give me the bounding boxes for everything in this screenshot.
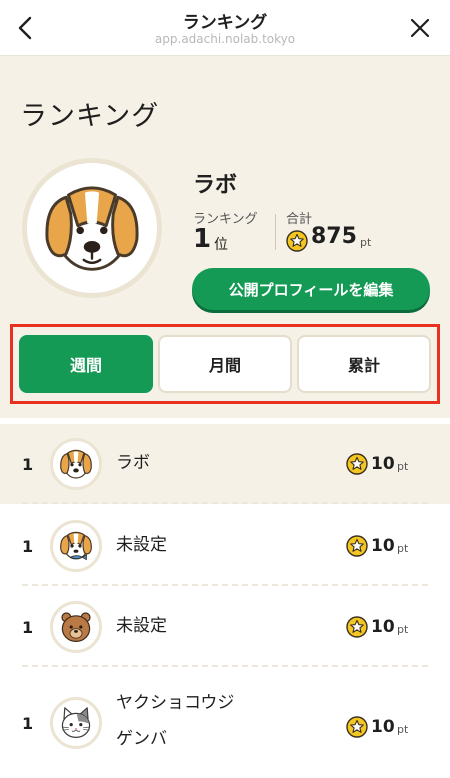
rank-number: 1 <box>22 618 34 637</box>
list-item-name: 未設定 <box>116 535 167 555</box>
stat-divider <box>275 214 276 250</box>
coin-star-icon <box>286 230 308 252</box>
cat-icon <box>61 707 91 738</box>
avatar <box>50 438 102 490</box>
user-name: ラボ <box>193 173 238 198</box>
row-divider <box>22 502 428 504</box>
list-item-name: ヤクショコウジ <box>116 693 235 713</box>
coin-star-icon <box>346 616 368 638</box>
navigation-bar: ランキング app.adachi.nolab.tokyo <box>0 0 450 56</box>
coin-star-icon <box>346 716 368 738</box>
beagle-icon <box>60 449 92 479</box>
row-divider <box>22 665 428 667</box>
coin-star-icon <box>346 535 368 557</box>
list-item-points: 10 <box>371 536 395 556</box>
rank-value: 1 <box>193 224 212 254</box>
total-unit: pt <box>360 236 372 249</box>
coin-star-icon <box>346 453 368 475</box>
total-value: 875 <box>311 224 357 249</box>
edit-public-profile-button[interactable]: 公開プロフィールを編集 <box>192 268 430 310</box>
beagle-icon <box>45 186 139 271</box>
total-label: 合計 <box>286 212 313 227</box>
list-item-name: 未設定 <box>116 616 167 636</box>
tab-weekly[interactable]: 週間 <box>19 335 153 393</box>
avatar <box>50 520 102 572</box>
list-item-name-line2: ゲンバ <box>116 729 167 749</box>
bear-icon <box>61 612 91 642</box>
nav-title: ランキング <box>182 13 268 33</box>
list-item-points: 10 <box>371 454 395 474</box>
tab-cumulative[interactable]: 累計 <box>297 335 431 393</box>
rank-number: 1 <box>22 455 34 474</box>
list-item-name: ラボ <box>116 453 150 473</box>
list-item[interactable]: 1 未設定 10 pt <box>0 587 450 667</box>
avatar <box>22 158 162 298</box>
list-item[interactable]: 1 ヤクショコウジ ゲンバ 10 pt <box>0 680 450 778</box>
list-item[interactable]: 1 ラボ 10 pt <box>0 424 450 504</box>
list-item-unit: pt <box>397 542 409 555</box>
rank-number: 1 <box>22 537 34 556</box>
beagle-fish-icon <box>60 531 92 561</box>
list-item-unit: pt <box>397 623 409 636</box>
list-item-points: 10 <box>371 717 395 737</box>
avatar <box>50 697 102 749</box>
list-item-unit: pt <box>397 723 409 736</box>
list-item[interactable]: 1 未設定 10 pt <box>0 506 450 586</box>
rank-number: 1 <box>22 714 34 733</box>
tab-monthly[interactable]: 月間 <box>158 335 292 393</box>
avatar <box>50 601 102 653</box>
nav-url: app.adachi.nolab.tokyo <box>154 32 296 46</box>
list-item-unit: pt <box>397 460 409 473</box>
list-item-points: 10 <box>371 617 395 637</box>
rank-unit: 位 <box>214 237 228 253</box>
row-divider <box>22 584 428 586</box>
page-title: ランキング <box>20 101 160 132</box>
close-icon[interactable] <box>406 14 434 42</box>
